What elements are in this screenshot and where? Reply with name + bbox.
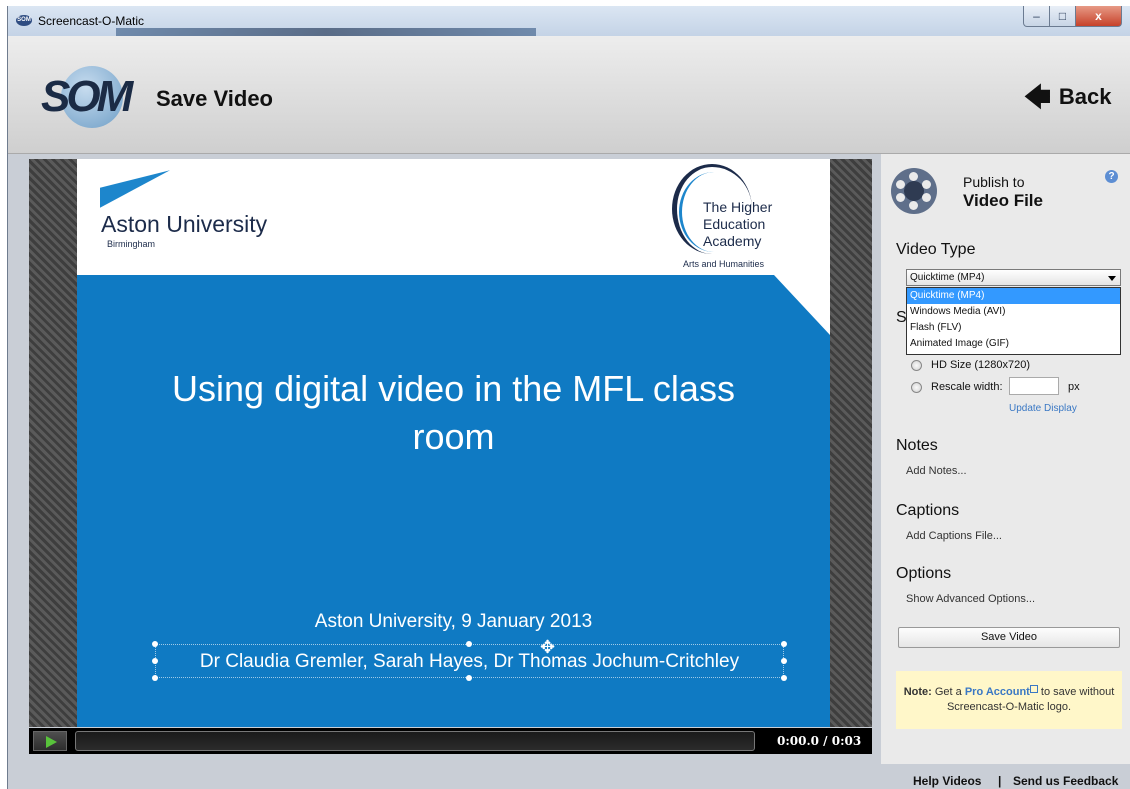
som-logo: SOM: [41, 66, 141, 128]
slide-diagonal-corner: [774, 275, 830, 335]
selection-handle: [781, 675, 787, 681]
slide-subtitle: Aston University, 9 January 2013: [314, 611, 593, 632]
update-display-link[interactable]: Update Display: [1009, 403, 1077, 414]
hea-logo-line: Education: [703, 216, 766, 232]
selection-handle: [152, 641, 158, 647]
video-type-select[interactable]: Quicktime (MP4): [906, 269, 1121, 286]
video-preview-area: Aston University Birmingham The Higher E…: [26, 154, 881, 754]
slide-authors-textbox: Dr Claudia Gremler, Sarah Hayes, Dr Thom…: [155, 644, 784, 678]
hd-size-radio[interactable]: [911, 360, 922, 371]
aston-logo-icon: [100, 170, 170, 208]
hea-logo-line: Academy: [703, 233, 762, 249]
rescale-width-input[interactable]: [1009, 377, 1059, 395]
logo-text: SOM: [41, 72, 133, 121]
window-title: Screencast-O-Matic: [38, 14, 145, 28]
selection-handle: [781, 641, 787, 647]
save-video-button[interactable]: Save Video: [898, 627, 1120, 648]
close-button[interactable]: x: [1075, 6, 1122, 27]
selection-handle: [781, 658, 787, 664]
maximize-button[interactable]: □: [1049, 6, 1076, 27]
selection-handle: [152, 675, 158, 681]
footer: Help Videos | Send us Feedback: [8, 764, 1130, 789]
header: SOM Save Video 🡄 Back: [8, 36, 1130, 154]
publish-label: Publish to: [963, 174, 1025, 190]
chevron-down-icon: [1108, 276, 1116, 281]
publish-target: Video File: [963, 191, 1043, 210]
video-type-selected: Quicktime (MP4): [910, 272, 985, 283]
page-title: Save Video: [156, 86, 273, 111]
note-text: Get a: [934, 686, 962, 698]
selection-handle: [152, 658, 158, 664]
publish-panel: Publish to Video File ? Video Type Quick…: [881, 154, 1130, 764]
selection-handle: [466, 641, 472, 647]
time-readout: 0:00.0 / 0:03: [777, 734, 862, 748]
rescale-width-label: Rescale width:: [931, 381, 1003, 393]
notes-heading: Notes: [896, 437, 938, 454]
captions-heading: Captions: [896, 502, 960, 519]
rescale-width-radio[interactable]: [911, 382, 922, 393]
note-prefix: Note:: [903, 686, 932, 698]
send-feedback-link[interactable]: Send us Feedback: [1013, 774, 1118, 788]
selection-handle: [466, 675, 472, 681]
advanced-options-link[interactable]: Show Advanced Options...: [906, 593, 1035, 605]
minimize-button[interactable]: –: [1023, 6, 1050, 27]
add-captions-link[interactable]: Add Captions File...: [906, 530, 1002, 542]
film-reel-icon: [891, 168, 937, 214]
external-link-icon: [1029, 685, 1038, 693]
pro-account-link[interactable]: Pro Account: [965, 686, 1030, 698]
help-icon[interactable]: ?: [1105, 170, 1118, 183]
slide-header-band: Aston University Birmingham The Higher E…: [77, 159, 830, 335]
arrow-left-icon: 🡄: [1024, 82, 1051, 112]
back-button[interactable]: 🡄 Back: [1024, 84, 1111, 110]
app-window: SOM Screencast-O-Matic – □ x SOM Save Vi…: [7, 6, 1130, 789]
mouse-cursor-icon: ✥: [540, 637, 556, 657]
slide-title: Using digital video in the MFL class roo…: [172, 368, 735, 457]
video-frame: Aston University Birmingham The Higher E…: [29, 159, 872, 727]
hea-logo-tagline: Arts and Humanities: [683, 259, 765, 269]
add-notes-link[interactable]: Add Notes...: [906, 465, 967, 477]
video-type-heading: Video Type: [896, 241, 976, 258]
help-videos-link[interactable]: Help Videos: [913, 774, 981, 788]
footer-separator: |: [998, 774, 1002, 788]
options-heading: Options: [896, 565, 952, 582]
hea-logo-line: The Higher: [703, 199, 773, 215]
institution-city: Birmingham: [107, 239, 156, 249]
institution-name: Aston University: [101, 211, 268, 237]
title-bar[interactable]: SOM Screencast-O-Matic – □ x: [8, 6, 1130, 36]
px-unit-label: px: [1068, 381, 1080, 393]
pro-account-note: Note: Get a Pro Account to save without …: [896, 671, 1122, 729]
hd-size-label: HD Size (1280x720): [931, 359, 1031, 371]
app-icon: SOM: [16, 15, 32, 26]
hea-logo: The Higher Education Academy Arts and Hu…: [667, 164, 827, 272]
video-slide[interactable]: Aston University Birmingham The Higher E…: [77, 159, 830, 727]
play-button[interactable]: [33, 731, 67, 751]
back-label: Back: [1058, 84, 1112, 109]
dropdown-option[interactable]: Quicktime (MP4): [907, 288, 1120, 304]
seek-bar[interactable]: [75, 731, 755, 751]
video-type-dropdown-list: Quicktime (MP4) Windows Media (AVI) Flas…: [906, 287, 1121, 355]
title-bar-blur: [116, 28, 536, 36]
dropdown-option[interactable]: Flash (FLV): [907, 320, 1120, 336]
dropdown-option[interactable]: Windows Media (AVI): [907, 304, 1120, 320]
dropdown-option[interactable]: Animated Image (GIF): [907, 336, 1120, 352]
player-controls: 0:00.0 / 0:03: [29, 728, 872, 754]
